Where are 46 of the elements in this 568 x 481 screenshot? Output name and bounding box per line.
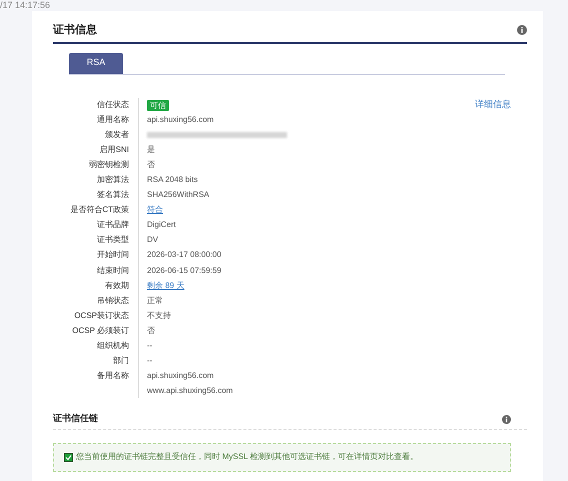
field-value: DV: [147, 234, 158, 246]
field-value: api.shuxing56.com: [147, 114, 214, 126]
tab[interactable]: RSA: [69, 52, 123, 74]
field-value: 2026-03-17 08:00:00: [147, 249, 222, 262]
field-label: 吊销状态: [97, 294, 129, 307]
field-value: RSA 2048 bits: [147, 174, 198, 186]
details-link[interactable]: 详细信息: [475, 98, 511, 111]
field-value: --: [147, 354, 152, 367]
info-icon[interactable]: [517, 25, 527, 36]
field-label: 证书品牌: [97, 219, 129, 232]
info-icon[interactable]: [502, 414, 511, 424]
field-value: DigiCert: [147, 219, 176, 232]
field-label: 颁发者: [105, 129, 129, 142]
field-label: 有效期: [105, 280, 129, 292]
field-label: 信任状态: [97, 99, 129, 112]
field-value: 正常: [147, 294, 163, 307]
field-label: 部门: [113, 354, 129, 367]
field-label: 备用名称: [97, 370, 129, 382]
field-value: api.shuxing56.com: [147, 370, 214, 382]
timestamp: /17 14:17:56: [0, 0, 50, 11]
field-label: 加密算法: [97, 174, 129, 186]
value-link[interactable]: 符合: [147, 204, 163, 216]
field-value: 否: [147, 324, 155, 337]
section-title: 证书信息: [53, 22, 97, 38]
field-label: 签名算法: [97, 189, 129, 202]
field-label: 通用名称: [97, 114, 129, 126]
section-title: 证书信任链: [53, 412, 98, 426]
status-badge: 可信: [147, 100, 169, 111]
field-value: SHA256WithRSA: [147, 189, 210, 202]
field-label: 开始时间: [97, 249, 129, 262]
field-value: 是: [147, 144, 155, 156]
value-link[interactable]: 剩余 89 天: [147, 280, 184, 292]
field-value: 否: [147, 159, 155, 172]
field-label: 组织机构: [97, 340, 129, 352]
field-label: OCSP 必须装订: [72, 324, 129, 337]
field-label: 弱密钥检测: [89, 159, 129, 172]
field-label: 结束时间: [97, 264, 129, 277]
notice-text: 您当前使用的证书链完整且受信任，同时 MySSL 检测到其他可选证书链，可在详情页对比查看。: [76, 451, 418, 464]
field-value: 2026-06-15 07:59:59: [147, 264, 222, 277]
field-value: www.api.shuxing56.com: [147, 384, 233, 397]
field-label: 是否符合CT政策: [70, 204, 129, 216]
field-label: 启用SNI: [100, 144, 129, 156]
field-value: 不支持: [147, 310, 171, 322]
field-label: 证书类型: [97, 234, 129, 246]
field-value: --: [147, 340, 152, 352]
field-label: OCSP装订状态: [74, 310, 129, 322]
